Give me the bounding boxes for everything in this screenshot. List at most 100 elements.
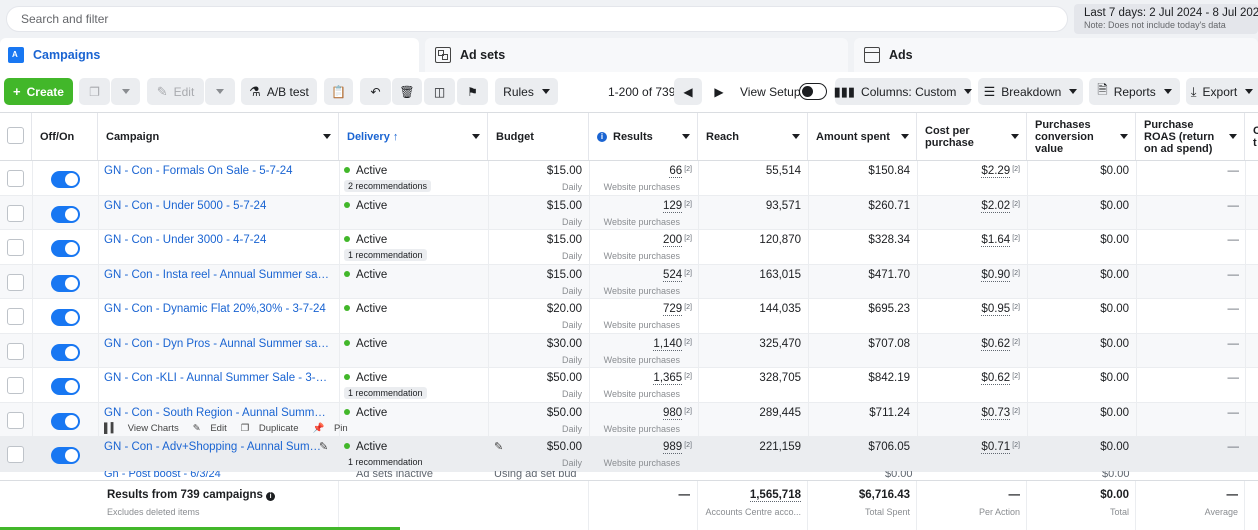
results-value[interactable]: 980 [2] xyxy=(663,406,692,420)
date-range-picker[interactable]: Last 7 days: 2 Jul 2024 - 8 Jul 2024 Not… xyxy=(1074,4,1258,34)
header-cost-per-purchase[interactable]: Cost per purchase xyxy=(917,113,1027,160)
search-input[interactable]: Search and filter xyxy=(6,6,1068,32)
header-reach[interactable]: Reach xyxy=(698,113,808,160)
table-row[interactable]: GN - Con - Under 3000 - 4-7-24 Active 1 re… xyxy=(0,230,1258,265)
results-value[interactable]: 66 [2] xyxy=(669,165,692,178)
row-checkbox[interactable] xyxy=(7,239,24,256)
results-value[interactable]: 524 [2] xyxy=(663,268,692,282)
campaign-on-off-toggle[interactable] xyxy=(51,240,80,257)
results-value[interactable]: 200 [2] xyxy=(663,234,692,247)
results-value[interactable]: 729 [2] xyxy=(663,303,692,316)
results-value[interactable]: 129 [2] xyxy=(663,199,692,213)
previous-page-button[interactable]: ◀ xyxy=(674,78,702,105)
cost-per-purchase-value[interactable]: $2.02 [2] xyxy=(981,199,1020,213)
header-delivery[interactable]: Delivery ↑ xyxy=(339,113,488,160)
info-icon[interactable]: i xyxy=(266,492,276,501)
cost-per-purchase-value[interactable]: $0.62 [2] xyxy=(981,372,1020,385)
header-amount-spent[interactable]: Amount spent xyxy=(808,113,917,160)
table-row[interactable]: GN - Con - Adv+Shopping - Aunnal Summer … xyxy=(0,437,1258,472)
create-button[interactable]: + Create xyxy=(4,78,73,105)
campaign-name-link[interactable]: GN - Con - Insta reel - Annual Summer sa… xyxy=(104,269,330,281)
edit-action[interactable]: ✎ Edit xyxy=(193,423,234,434)
select-all-checkbox[interactable] xyxy=(7,127,24,144)
tab-ad-sets[interactable]: Ad sets xyxy=(425,38,848,72)
campaign-name-link[interactable]: GN - Con - Formals On Sale - 5-7-24 xyxy=(104,165,330,177)
campaign-on-off-toggle[interactable] xyxy=(51,412,80,430)
results-value[interactable]: 1,140 [2] xyxy=(653,337,692,351)
pin-action[interactable]: 📌 Pin xyxy=(312,423,354,434)
campaign-on-off-toggle[interactable] xyxy=(51,378,80,395)
header-campaign[interactable]: Campaign xyxy=(98,113,339,160)
edit-button[interactable]: ✎ Edit xyxy=(147,78,204,105)
row-checkbox[interactable] xyxy=(7,446,24,463)
view-charts-action[interactable]: ▌▍ View Charts xyxy=(104,423,186,434)
table-row[interactable]: GN - Con - South Region - Aunnal Summer … xyxy=(0,402,1258,437)
clipboard-button[interactable]: 📋 xyxy=(324,78,353,105)
delete-button[interactable]: 🗑 xyxy=(392,78,422,105)
header-budget[interactable]: Budget xyxy=(488,113,589,160)
row-checkbox[interactable] xyxy=(7,342,24,360)
header-results[interactable]: i Results xyxy=(589,113,698,160)
table-row[interactable]: GN - Con -KLI - Aunnal Summer Sale - 3-7… xyxy=(0,368,1258,403)
campaign-on-off-toggle[interactable] xyxy=(51,447,80,464)
row-checkbox[interactable] xyxy=(7,170,24,187)
header-off-on[interactable]: Off/On xyxy=(32,113,98,160)
cost-per-purchase-value[interactable]: $0.62 [2] xyxy=(981,337,1020,351)
tag-button[interactable]: ⚑ xyxy=(457,78,488,105)
header-cut-column[interactable]: C t xyxy=(1245,113,1258,160)
cost-per-purchase-value[interactable]: $0.90 [2] xyxy=(981,268,1020,282)
duplicate-action[interactable]: ❐ Duplicate xyxy=(241,423,306,434)
view-setup-toggle[interactable] xyxy=(799,83,827,100)
results-value[interactable]: 1,365 [2] xyxy=(653,372,692,385)
campaign-name-link[interactable]: GN - Con - Under 3000 - 4-7-24 xyxy=(104,234,330,246)
reports-button[interactable]: 🗎 Reports xyxy=(1089,78,1180,105)
campaign-on-off-toggle[interactable] xyxy=(51,274,80,292)
duplicate-button[interactable]: ❐ xyxy=(79,78,110,105)
row-checkbox[interactable] xyxy=(7,273,24,291)
table-row[interactable]: GN - Con - Formals On Sale - 5-7-24 Activ… xyxy=(0,161,1258,196)
campaign-name-link[interactable]: GN - Con - Adv+Shopping - Aunnal Summer … xyxy=(104,441,330,453)
ab-test-button[interactable]: ⚗ A/B test xyxy=(241,78,317,105)
row-checkbox[interactable] xyxy=(7,308,24,325)
cost-per-purchase-value[interactable]: $0.95 [2] xyxy=(981,303,1020,316)
undo-button[interactable]: ↶ xyxy=(360,78,391,105)
campaign-name-link[interactable]: GN - Con - Dynamic Flat 20%,30% - 3-7-24 xyxy=(104,303,330,315)
edit-dropdown[interactable] xyxy=(205,78,235,105)
campaign-on-off-toggle[interactable] xyxy=(51,205,80,223)
recommendations-badge[interactable]: 1 recommendation xyxy=(344,249,427,261)
next-page-button[interactable]: ▶ xyxy=(705,78,733,105)
row-checkbox[interactable] xyxy=(7,204,24,222)
tab-ads[interactable]: Ads xyxy=(854,38,1258,72)
cost-per-purchase-value[interactable]: $0.71 [2] xyxy=(981,441,1020,454)
campaign-name-link[interactable]: Gn - Post boost - 6/3/24 xyxy=(104,471,221,480)
table-row[interactable]: GN - Con - Under 5000 - 5-7-24 Active $15.… xyxy=(0,195,1258,230)
cost-per-purchase-value[interactable]: $0.73 [2] xyxy=(981,406,1020,420)
preview-button[interactable]: ◫ xyxy=(424,78,455,105)
header-roas[interactable]: Purchase ROAS (return on ad spend) xyxy=(1136,113,1245,160)
table-row[interactable]: GN - Con - Dyn Pros - Aunnal Summer sale… xyxy=(0,333,1258,368)
tab-campaigns[interactable]: Campaigns xyxy=(0,38,419,72)
campaign-on-off-toggle[interactable] xyxy=(51,309,80,326)
campaign-on-off-toggle[interactable] xyxy=(51,171,80,188)
recommendations-badge[interactable]: 2 recommendations xyxy=(344,180,432,192)
campaign-name-link[interactable]: GN - Con - Dyn Pros - Aunnal Summer sale… xyxy=(104,338,330,350)
campaign-on-off-toggle[interactable] xyxy=(51,343,80,361)
export-button[interactable]: ⤓ Export xyxy=(1186,78,1258,105)
edit-budget-pencil-icon[interactable]: ✎ xyxy=(494,440,503,453)
edit-name-pencil-icon[interactable]: ✎ xyxy=(319,440,328,453)
row-checkbox[interactable] xyxy=(7,411,24,429)
header-purchases-value[interactable]: Purchases conversion value xyxy=(1027,113,1136,160)
table-row[interactable]: GN - Con - Dynamic Flat 20%,30% - 3-7-24… xyxy=(0,299,1258,334)
row-checkbox[interactable] xyxy=(7,377,24,394)
cost-per-purchase-value[interactable]: $1.64 [2] xyxy=(981,234,1020,247)
cost-per-purchase-value[interactable]: $2.29 [2] xyxy=(981,165,1020,178)
results-value[interactable]: 989 [2] xyxy=(663,441,692,454)
campaign-name-link[interactable]: GN - Con - Under 5000 - 5-7-24 xyxy=(104,200,330,212)
rules-button[interactable]: Rules xyxy=(495,78,558,105)
campaign-name-link[interactable]: GN - Con -KLI - Aunnal Summer Sale - 3-7… xyxy=(104,372,330,384)
campaign-name-link[interactable]: GN - Con - South Region - Aunnal Summer … xyxy=(104,407,330,419)
recommendations-badge[interactable]: 1 recommendation xyxy=(344,456,427,468)
duplicate-dropdown[interactable] xyxy=(111,78,140,105)
columns-button[interactable]: ▮▮▮ Columns: Custom xyxy=(834,78,973,105)
table-row[interactable]: GN - Con - Insta reel - Annual Summer sa… xyxy=(0,264,1258,299)
